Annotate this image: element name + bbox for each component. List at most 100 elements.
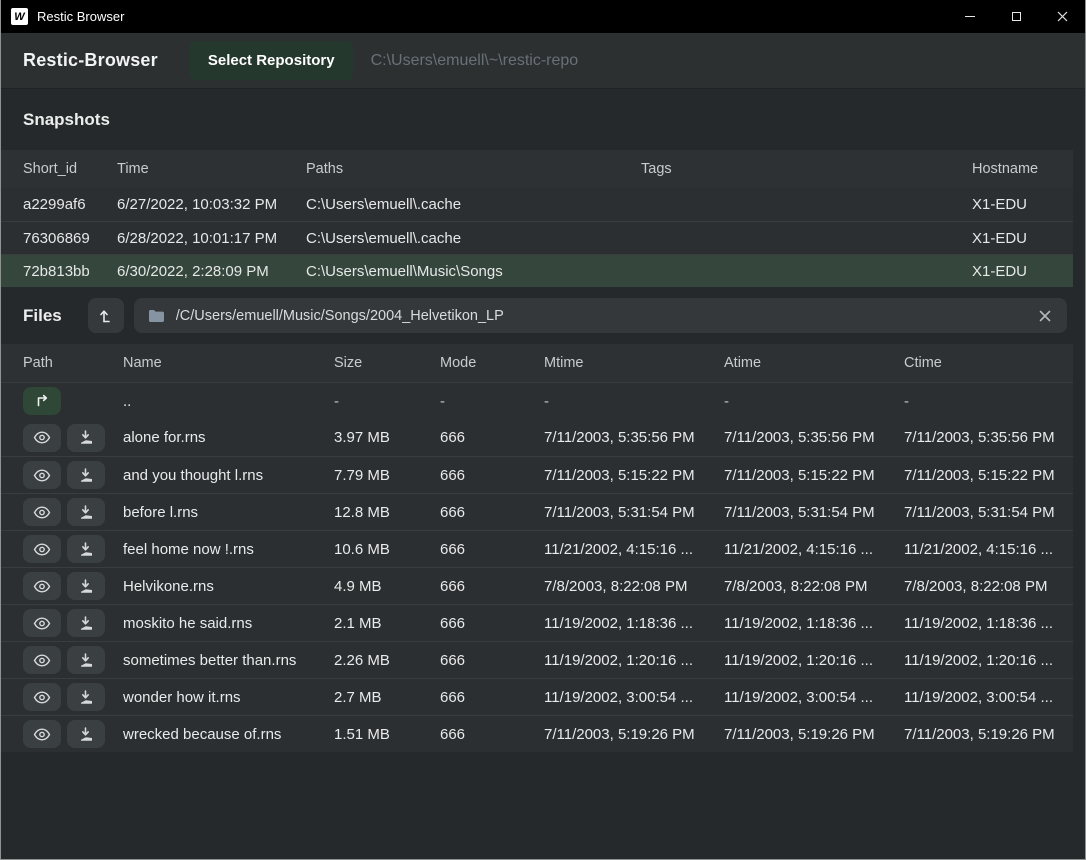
download-file-button[interactable] xyxy=(67,498,105,526)
file-ctime: 7/11/2003, 5:31:54 PM xyxy=(904,504,1073,521)
file-atime: 7/11/2003, 5:15:22 PM xyxy=(724,467,904,484)
titlebar: W Restic Browser xyxy=(1,0,1085,33)
file-size: 7.79 MB xyxy=(334,467,440,484)
file-row[interactable]: alone for.rns 3.97 MB 666 7/11/2003, 5:3… xyxy=(1,419,1073,456)
file-ctime: - xyxy=(904,393,1073,410)
eye-icon xyxy=(33,728,51,741)
file-name: and you thought l.rns xyxy=(123,467,334,484)
file-mtime: 11/19/2002, 1:18:36 ... xyxy=(544,615,724,632)
select-repository-button[interactable]: Select Repository xyxy=(190,41,353,80)
minimize-button[interactable] xyxy=(947,0,993,33)
snapshot-row[interactable]: 72b813bb 6/30/2022, 2:28:09 PM C:\Users\… xyxy=(1,254,1073,287)
file-atime: 7/11/2003, 5:31:54 PM xyxy=(724,504,904,521)
download-file-button[interactable] xyxy=(67,609,105,637)
snapshot-time: 6/30/2022, 2:28:09 PM xyxy=(117,263,306,280)
column-header-paths: Paths xyxy=(306,161,641,177)
file-row[interactable]: wonder how it.rns 2.7 MB 666 11/19/2002,… xyxy=(1,678,1073,715)
snapshots-table-header: Short_id Time Paths Tags Hostname xyxy=(1,150,1073,188)
file-size: 4.9 MB xyxy=(334,578,440,595)
file-mtime: 7/11/2003, 5:35:56 PM xyxy=(544,429,724,446)
file-atime: 7/11/2003, 5:35:56 PM xyxy=(724,429,904,446)
column-header-mtime: Mtime xyxy=(544,355,724,371)
file-mode: 666 xyxy=(440,726,544,743)
repository-path: C:\Users\emuell\~\restic-repo xyxy=(371,52,579,70)
snapshot-row[interactable]: 76306869 6/28/2022, 10:01:17 PM C:\Users… xyxy=(1,221,1073,254)
maximize-button[interactable] xyxy=(993,0,1039,33)
file-mode: - xyxy=(440,393,544,410)
column-header-name: Name xyxy=(123,355,334,371)
download-file-button[interactable] xyxy=(67,683,105,711)
file-mtime: 7/8/2003, 8:22:08 PM xyxy=(544,578,724,595)
current-path-input[interactable]: /C/Users/emuell/Music/Songs/2004_Helveti… xyxy=(134,298,1067,333)
snapshot-row[interactable]: a2299af6 6/27/2022, 10:03:32 PM C:\Users… xyxy=(1,188,1073,221)
parent-directory-row[interactable]: .. - - - - - xyxy=(1,382,1073,419)
download-icon xyxy=(79,542,94,557)
open-parent-directory-button[interactable] xyxy=(23,387,61,415)
file-ctime: 11/21/2002, 4:15:16 ... xyxy=(904,541,1073,558)
file-row[interactable]: and you thought l.rns 7.79 MB 666 7/11/2… xyxy=(1,456,1073,493)
file-mtime: - xyxy=(544,393,724,410)
snapshot-hostname: X1-EDU xyxy=(972,263,1073,280)
column-header-time: Time xyxy=(117,161,306,177)
snapshots-table: Short_id Time Paths Tags Hostname a2299a… xyxy=(1,150,1073,287)
close-icon xyxy=(1057,11,1068,22)
download-file-button[interactable] xyxy=(67,572,105,600)
snapshot-short-id: 76306869 xyxy=(23,230,117,247)
preview-file-button[interactable] xyxy=(23,461,61,489)
file-row[interactable]: feel home now !.rns 10.6 MB 666 11/21/20… xyxy=(1,530,1073,567)
preview-file-button[interactable] xyxy=(23,609,61,637)
file-atime: 7/8/2003, 8:22:08 PM xyxy=(724,578,904,595)
files-table-header: Path Name Size Mode Mtime Atime Ctime xyxy=(1,344,1073,382)
preview-file-button[interactable] xyxy=(23,572,61,600)
preview-file-button[interactable] xyxy=(23,535,61,563)
file-name: wrecked because of.rns xyxy=(123,726,334,743)
download-file-button[interactable] xyxy=(67,646,105,674)
column-header-short-id: Short_id xyxy=(23,161,117,177)
download-icon xyxy=(79,616,94,631)
close-button[interactable] xyxy=(1039,0,1085,33)
snapshots-table-body: a2299af6 6/27/2022, 10:03:32 PM C:\Users… xyxy=(1,188,1073,287)
file-row[interactable]: before l.rns 12.8 MB 666 7/11/2003, 5:31… xyxy=(1,493,1073,530)
file-row[interactable]: Helvikone.rns 4.9 MB 666 7/8/2003, 8:22:… xyxy=(1,567,1073,604)
file-name: feel home now !.rns xyxy=(123,541,334,558)
file-row[interactable]: wrecked because of.rns 1.51 MB 666 7/11/… xyxy=(1,715,1073,752)
file-name: wonder how it.rns xyxy=(123,689,334,706)
file-name: .. xyxy=(123,393,334,410)
snapshot-short-id: 72b813bb xyxy=(23,263,117,280)
download-file-button[interactable] xyxy=(67,461,105,489)
file-atime: 11/21/2002, 4:15:16 ... xyxy=(724,541,904,558)
arrow-up-then-right-icon xyxy=(34,394,50,408)
file-row[interactable]: sometimes better than.rns 2.26 MB 666 11… xyxy=(1,641,1073,678)
file-mode: 666 xyxy=(440,652,544,669)
app-header: Restic-Browser Select Repository C:\User… xyxy=(1,33,1085,88)
file-size: 3.97 MB xyxy=(334,429,440,446)
clear-path-button[interactable] xyxy=(1037,308,1053,324)
preview-file-button[interactable] xyxy=(23,720,61,748)
eye-icon xyxy=(33,654,51,667)
file-name: moskito he said.rns xyxy=(123,615,334,632)
file-mode: 666 xyxy=(440,541,544,558)
snapshot-short-id: a2299af6 xyxy=(23,196,117,213)
download-icon xyxy=(79,690,94,705)
current-path-value: /C/Users/emuell/Music/Songs/2004_Helveti… xyxy=(176,308,1026,324)
eye-icon xyxy=(33,580,51,593)
file-ctime: 11/19/2002, 1:18:36 ... xyxy=(904,615,1073,632)
download-file-button[interactable] xyxy=(67,424,105,452)
file-mode: 666 xyxy=(440,467,544,484)
preview-file-button[interactable] xyxy=(23,498,61,526)
eye-icon xyxy=(33,431,51,444)
download-file-button[interactable] xyxy=(67,535,105,563)
preview-file-button[interactable] xyxy=(23,646,61,674)
column-header-path: Path xyxy=(23,355,123,371)
preview-file-button[interactable] xyxy=(23,424,61,452)
preview-file-button[interactable] xyxy=(23,683,61,711)
download-file-button[interactable] xyxy=(67,720,105,748)
file-atime: 11/19/2002, 1:20:16 ... xyxy=(724,652,904,669)
eye-icon xyxy=(33,691,51,704)
app-window: W Restic Browser Restic-Browser Select R… xyxy=(0,0,1086,860)
file-mtime: 7/11/2003, 5:19:26 PM xyxy=(544,726,724,743)
file-atime: - xyxy=(724,393,904,410)
file-ctime: 7/11/2003, 5:19:26 PM xyxy=(904,726,1073,743)
go-to-parent-directory-button[interactable] xyxy=(88,298,124,333)
file-row[interactable]: moskito he said.rns 2.1 MB 666 11/19/200… xyxy=(1,604,1073,641)
